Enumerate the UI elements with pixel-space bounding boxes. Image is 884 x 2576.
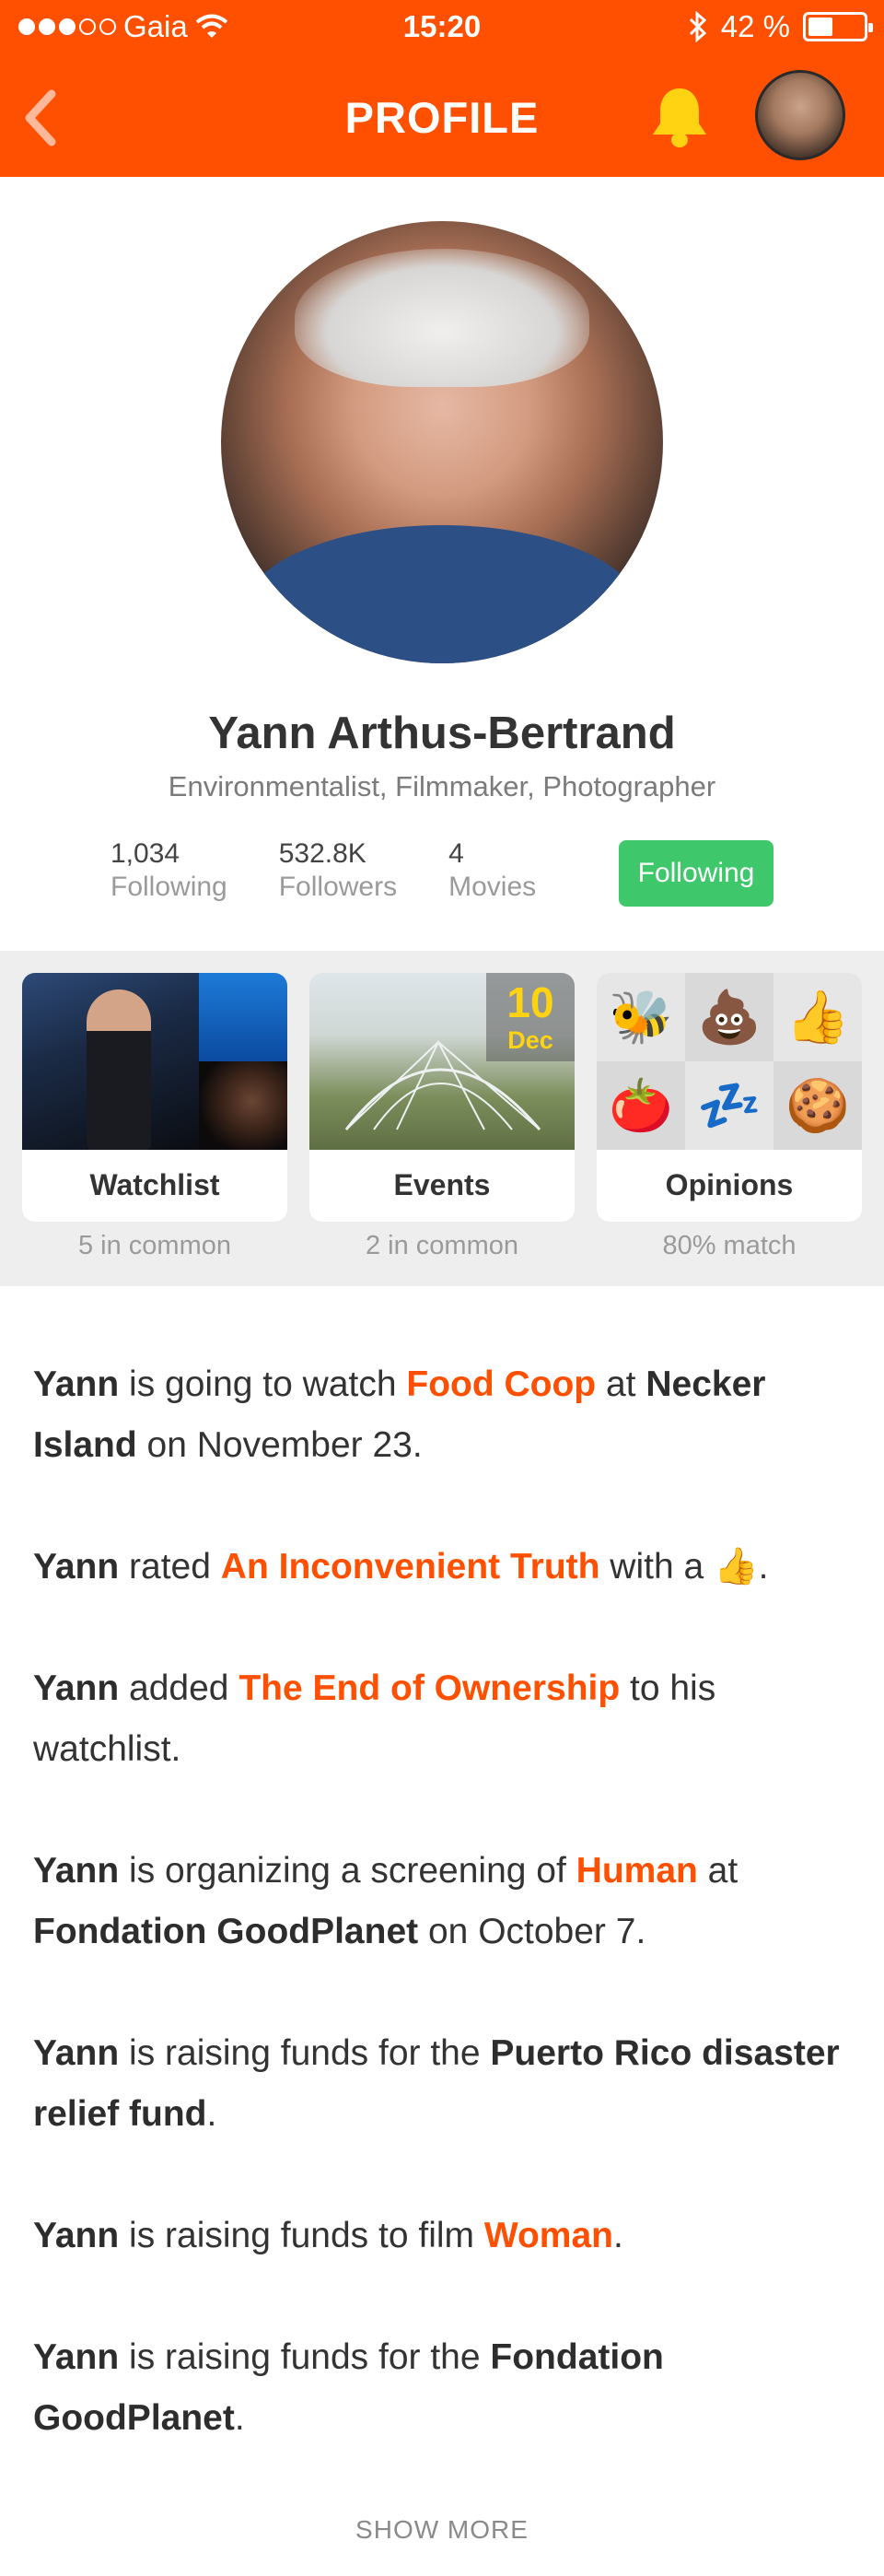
event-date-day: 10 — [506, 978, 554, 1026]
cookie-icon: 🍪 — [774, 1061, 862, 1150]
notification-bell-icon[interactable] — [645, 83, 715, 153]
watchlist-card[interactable]: Watchlist — [22, 973, 287, 1222]
feed-item: Yann rated An Inconvenient Truth with a … — [33, 1547, 769, 1587]
card-label: Watchlist — [89, 1168, 220, 1201]
stat-label: Following — [110, 872, 227, 902]
bluetooth-icon — [689, 11, 706, 42]
battery-icon — [803, 12, 873, 41]
feed-item: Yann is raising funds to film Woman. — [33, 2216, 623, 2255]
events-common: 2 in common — [365, 1231, 518, 1260]
profile-stats: 1,034 Following 532.8K Followers 4 Movie… — [110, 838, 587, 903]
movie-link[interactable]: The End of Ownership — [238, 1669, 620, 1708]
stat-label: Movies — [448, 872, 537, 902]
profile-name: Yann Arthus-Bertrand — [208, 708, 676, 758]
feed-item: Yann is raising funds for the Puerto Ric… — [33, 2033, 840, 2134]
profile-photo — [221, 221, 663, 663]
opinions-card[interactable]: 🐝 💩 👍 🍅 💤 🍪 Opinions — [597, 973, 862, 1222]
feed-item: Yann is organizing a screening of Human … — [33, 1851, 739, 1951]
movie-link[interactable]: Woman — [484, 2216, 613, 2255]
feed-subject: Yann — [33, 2337, 120, 2377]
battery-percent: 42 % — [720, 9, 790, 43]
feed-subject: Yann — [33, 1364, 120, 1404]
card-label: Events — [393, 1168, 491, 1201]
bee-icon: 🐝 — [597, 973, 685, 1061]
stat-movies[interactable]: 4 Movies — [448, 838, 536, 903]
thumbs-up-icon: 👍 — [714, 1547, 759, 1587]
activity-feed: Yann is going to watch Food Coop at Neck… — [33, 1354, 851, 2510]
nav-bar: PROFILE — [0, 61, 884, 171]
movie-link[interactable]: Food Coop — [406, 1364, 596, 1404]
poop-icon: 💩 — [685, 973, 774, 1061]
following-button[interactable]: Following — [619, 840, 774, 907]
stat-followers[interactable]: 532.8K Followers — [279, 838, 397, 903]
watchlist-collage — [22, 973, 287, 1150]
user-avatar[interactable] — [755, 70, 845, 160]
feed-item: Yann added The End of Ownership to his w… — [33, 1669, 716, 1769]
stat-value: 1,034 — [110, 838, 180, 869]
venue-name: Fondation GoodPlanet — [33, 1912, 419, 1951]
feed-item: Yann is raising funds for the Fondation … — [33, 2337, 664, 2438]
feed-subject: Yann — [33, 2033, 120, 2073]
feed-item: Yann is going to watch Food Coop at Neck… — [33, 1364, 766, 1465]
events-card[interactable]: 10 Dec Events — [309, 973, 575, 1222]
show-more-button[interactable]: SHOW MORE — [0, 2515, 884, 2545]
movie-link[interactable]: An Inconvenient Truth — [221, 1547, 600, 1587]
event-date-month: Dec — [507, 1026, 553, 1054]
thumbs-up-icon: 👍 — [774, 973, 862, 1061]
card-label: Opinions — [665, 1168, 794, 1201]
movie-link[interactable]: Human — [576, 1851, 698, 1891]
feed-subject: Yann — [33, 1851, 120, 1891]
stat-following[interactable]: 1,034 Following — [110, 838, 227, 903]
status-bar: Gaia 15:20 42 % — [0, 0, 884, 55]
stat-value: 532.8K — [278, 838, 366, 869]
opinions-match: 80% match — [662, 1231, 797, 1260]
stat-label: Followers — [278, 872, 398, 902]
stat-value: 4 — [448, 838, 464, 869]
tomato-icon: 🍅 — [597, 1061, 685, 1150]
app-header: Gaia 15:20 42 % PROFILE — [0, 0, 884, 177]
page-title: PROFILE — [344, 93, 540, 142]
feed-subject: Yann — [33, 1547, 120, 1587]
sleep-icon: 💤 — [685, 1061, 774, 1150]
opinions-emoji-grid: 🐝 💩 👍 🍅 💤 🍪 — [597, 973, 862, 1150]
profile-subtitle: Environmentalist, Filmmaker, Photographe… — [168, 770, 716, 802]
feed-subject: Yann — [33, 1669, 120, 1708]
feed-subject: Yann — [33, 2216, 120, 2255]
watchlist-common: 5 in common — [77, 1231, 231, 1260]
event-date-badge: 10 Dec — [486, 973, 575, 1061]
